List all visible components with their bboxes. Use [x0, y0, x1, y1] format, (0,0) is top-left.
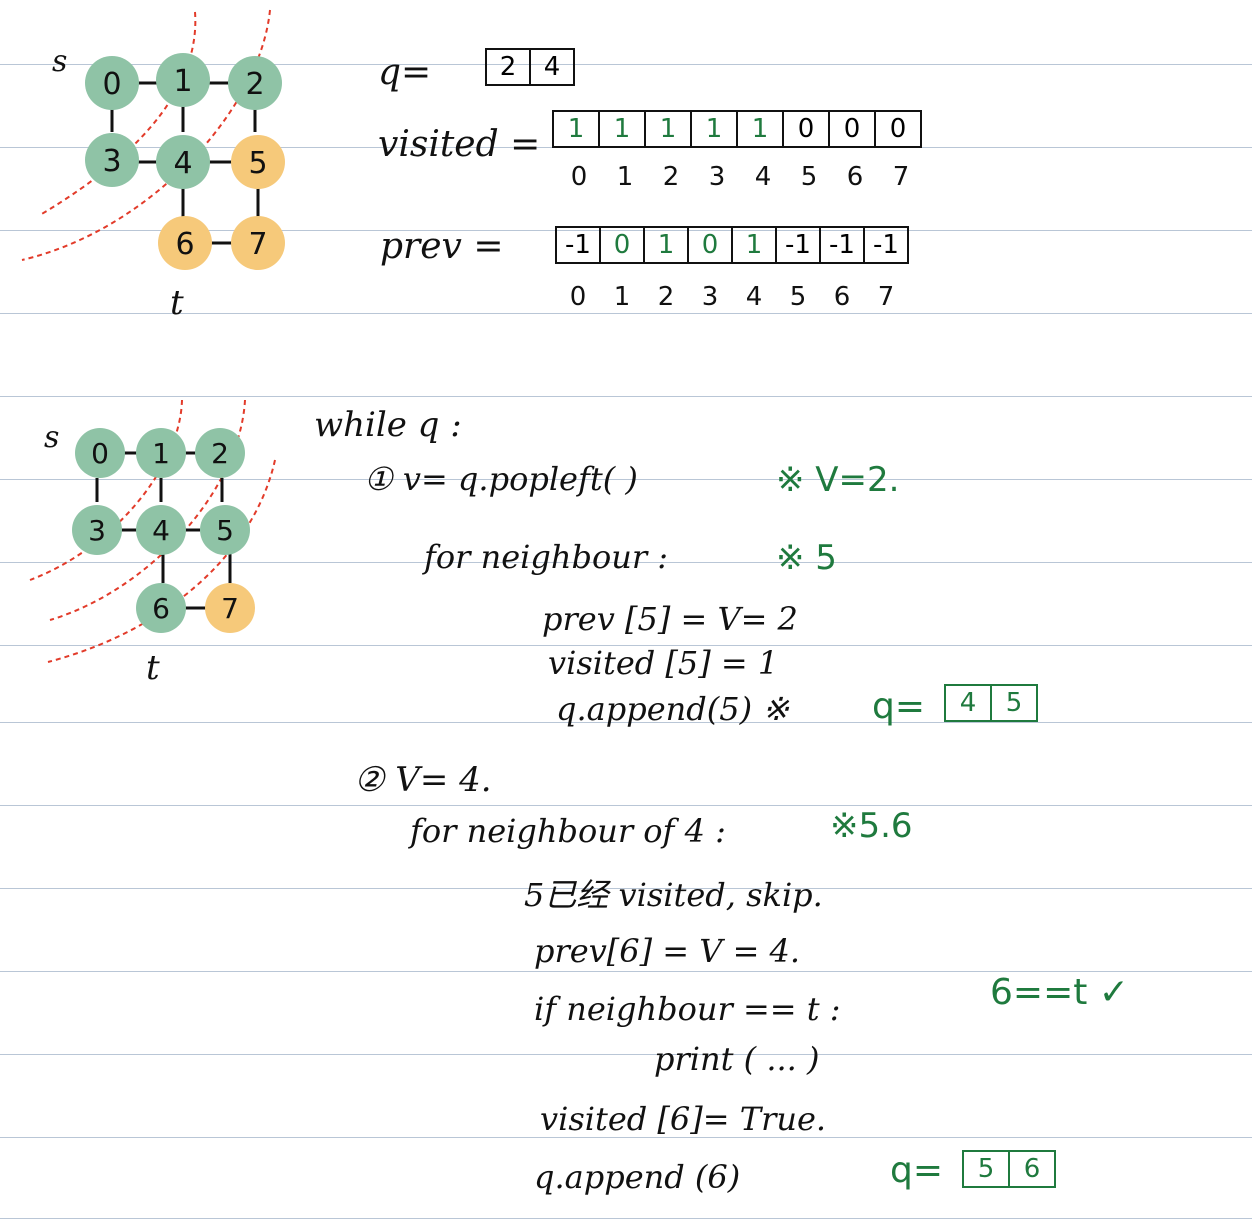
visited-array: 1 1 1 1 1 0 0 0 — [552, 110, 922, 148]
prev-cell: 0 — [601, 228, 645, 262]
index-label: 2 — [662, 162, 680, 192]
index-label: 4 — [745, 282, 763, 312]
graph-node-label: 7 — [221, 592, 239, 625]
graph-node-label: 5 — [248, 146, 267, 181]
visited-cell: 0 — [784, 112, 830, 146]
code-step1: ① v= q.popleft( ) — [364, 460, 638, 498]
graph-node-label: 0 — [102, 67, 121, 102]
index-label: 7 — [892, 162, 910, 192]
graph-node-label: 3 — [102, 144, 121, 179]
index-label: 6 — [846, 162, 864, 192]
index-label: 3 — [708, 162, 726, 192]
graph-node-label: 4 — [173, 146, 192, 181]
index-label: 2 — [657, 282, 675, 312]
source-label: s — [52, 44, 68, 79]
index-label: 0 — [570, 162, 588, 192]
visited-cell: 0 — [889, 114, 907, 144]
ruled-line — [0, 805, 1252, 806]
prev-cell: -1 — [873, 230, 899, 260]
index-label: 1 — [616, 162, 634, 192]
queue-cell: 2 — [487, 50, 531, 84]
visited-cell: 1 — [646, 112, 692, 146]
graph-node-label: 6 — [175, 227, 194, 262]
source-label: s — [44, 420, 60, 455]
visited-index-row: 0 1 2 3 4 5 6 7 — [556, 162, 924, 192]
visited-cell: 1 — [554, 112, 600, 146]
ruled-line — [0, 1218, 1252, 1219]
index-label: 4 — [754, 162, 772, 192]
index-label: 5 — [789, 282, 807, 312]
prev-index-row: 0 1 2 3 4 5 6 7 — [556, 282, 908, 312]
code-skip: 5已经 visited, skip. — [524, 876, 823, 914]
graph-node-label: 3 — [88, 514, 106, 547]
prev-cell: -1 — [777, 228, 821, 262]
graph-node-label: 2 — [245, 67, 264, 102]
index-label: 0 — [569, 282, 587, 312]
graph-node-label: 6 — [152, 592, 170, 625]
target-label: t — [170, 283, 184, 323]
prev-cell: -1 — [557, 228, 601, 262]
note-step1: ※ V=2. — [776, 460, 900, 500]
index-label: 1 — [613, 282, 631, 312]
visited-cell: 1 — [738, 112, 784, 146]
code-for1: for neighbour : — [424, 538, 669, 576]
visited-cell: 1 — [692, 112, 738, 146]
index-label: 7 — [877, 282, 895, 312]
queue-after1-array: 4 5 — [944, 684, 1038, 722]
code-while: while q : — [314, 405, 462, 445]
note-if: 6==t ✓ — [990, 972, 1129, 1013]
ruled-line — [0, 1054, 1252, 1055]
note-for1: ※ 5 — [776, 538, 837, 578]
visited-label: visited = — [378, 124, 541, 165]
visited-cell: 1 — [600, 112, 646, 146]
code-append5: q.append(5) ※ — [556, 690, 790, 728]
prev-array: -1 0 1 0 1 -1 -1 -1 — [555, 226, 909, 264]
queue-cell: 4 — [543, 52, 561, 82]
queue-after2-label: q= — [890, 1150, 944, 1191]
prev-cell: 1 — [733, 228, 777, 262]
prev-cell: -1 — [821, 228, 865, 262]
index-label: 3 — [701, 282, 719, 312]
graph-node-label: 1 — [152, 437, 170, 470]
index-label: 6 — [833, 282, 851, 312]
code-if: if neighbour == t : — [534, 990, 841, 1028]
prev-cell: 0 — [689, 228, 733, 262]
target-label: t — [146, 648, 160, 688]
queue-after2-array: 5 6 — [962, 1150, 1056, 1188]
queue-cell: 6 — [1023, 1154, 1041, 1184]
graph-node-label: 2 — [211, 437, 229, 470]
code-step2: ② V= 4. — [354, 760, 492, 800]
index-label: 5 — [800, 162, 818, 192]
queue-cell: 5 — [1005, 688, 1023, 718]
queue-label: q= — [378, 52, 432, 93]
code-for2: for neighbour of 4 : — [410, 812, 726, 850]
queue-after1-label: q= — [872, 686, 926, 727]
graph-node-label: 0 — [91, 437, 109, 470]
queue-array: 2 4 — [485, 48, 575, 86]
queue-cell: 5 — [964, 1152, 1010, 1186]
graph-diagram-1: 0 1 2 3 4 5 6 7 — [21, 9, 285, 270]
queue-cell: 4 — [946, 686, 992, 720]
code-prev6: prev[6] = V = 4. — [534, 932, 801, 970]
code-print: print ( ... ) — [654, 1040, 820, 1078]
graph-node-label: 5 — [216, 514, 234, 547]
graph-node-label: 1 — [173, 64, 192, 99]
code-append6: q.append (6) — [534, 1158, 741, 1196]
note-for2: ※5.6 — [830, 806, 913, 846]
prev-label: prev = — [380, 226, 504, 267]
graph-node-label: 7 — [248, 227, 267, 262]
visited-cell: 0 — [830, 112, 876, 146]
code-visited5: visited [5] = 1 — [548, 644, 779, 682]
code-visited6: visited [6]= True. — [540, 1100, 827, 1138]
graph-node-label: 4 — [152, 514, 170, 547]
code-prev5: prev [5] = V= 2 — [542, 600, 798, 638]
prev-cell: 1 — [645, 228, 689, 262]
